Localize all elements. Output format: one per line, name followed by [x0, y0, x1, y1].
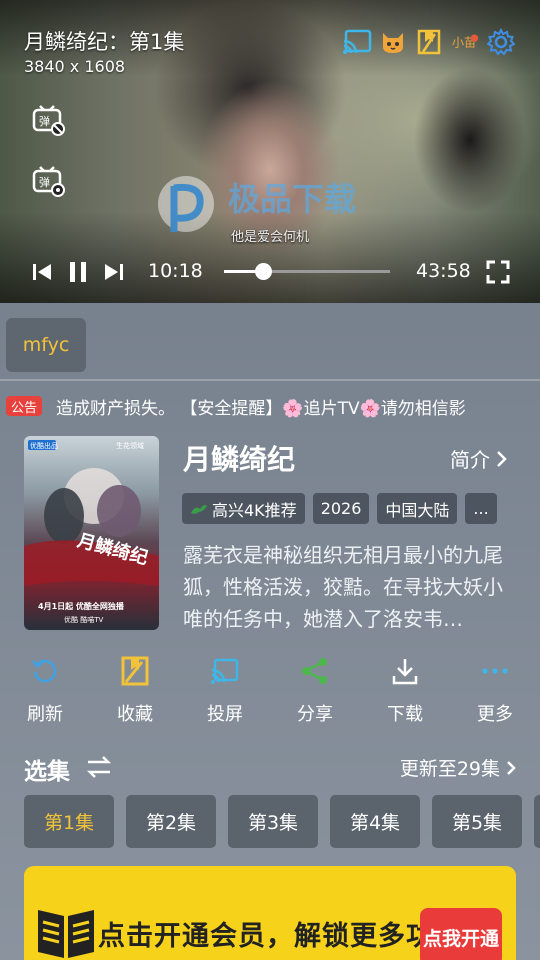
favorite-box-icon[interactable] — [414, 27, 444, 57]
cast-icon — [211, 658, 239, 684]
watermark-text: 极品下载 — [228, 180, 356, 218]
bookmark-icon — [121, 656, 149, 686]
player-controls: 10:18 43:58 — [0, 256, 540, 288]
action-label: 投屏 — [207, 704, 243, 725]
tag-label: 高兴4K推荐 — [212, 500, 297, 520]
poster-image[interactable]: 优酷出品 生花领域 月鳞绮纪 4月1日起 优酷全网独播 优酷 酷喵TV — [24, 436, 159, 630]
action-label: 分享 — [297, 704, 333, 725]
more-dots-icon — [482, 668, 508, 674]
pause-icon[interactable] — [66, 260, 90, 284]
tag-year[interactable]: 2026 — [312, 493, 370, 524]
episode-update-link[interactable]: 更新至29集 — [400, 754, 516, 781]
intro-label: 简介 — [450, 448, 490, 472]
chevron-right-icon — [497, 450, 507, 467]
cast-icon[interactable] — [342, 27, 372, 57]
episode-item[interactable]: 第2集 — [126, 795, 216, 848]
vip-banner[interactable]: 点击开通会员，解锁更多功能 点我开通 — [24, 866, 516, 960]
episode-item-partial[interactable] — [534, 795, 540, 848]
refresh-button[interactable]: 刷新 — [15, 654, 75, 730]
episode-list: 第1集 第2集 第3集 第4集 第5集 — [24, 795, 540, 848]
notice-bar: 公告 造成财产损失。 【安全提醒】🌸追片TV🌸请勿相信影 — [0, 392, 540, 420]
poster-top-right: 生花领域 — [116, 441, 144, 450]
action-row: 刷新 收藏 投屏 分享 下载 更多 — [0, 654, 540, 734]
svg-text:弹: 弹 — [39, 114, 50, 128]
banner-open-button[interactable]: 点我开通 — [420, 908, 502, 960]
cast-button[interactable]: 投屏 — [195, 654, 255, 730]
tag-label: ... — [473, 499, 489, 518]
seek-thumb[interactable] — [254, 263, 272, 280]
show-description[interactable]: 露芜衣是神秘组织无相月最小的九尾狐，性格活泼，狡黠。在寻找大妖小唯的任务中，她潜… — [183, 539, 513, 635]
player-top-icons: 小苗 — [342, 27, 516, 57]
chevron-right-icon — [507, 760, 516, 775]
poster-top-left: 优酷出品 — [30, 441, 58, 450]
source-chip[interactable]: mfyc — [6, 318, 86, 372]
tag-list: 高兴4K推荐 2026 中国大陆 ... — [182, 493, 497, 524]
poster-platforms: 优酷 酷喵TV — [64, 615, 104, 624]
more-button[interactable]: 更多 — [465, 654, 525, 730]
next-icon[interactable] — [102, 260, 126, 284]
current-time: 10:18 — [148, 260, 203, 282]
divider — [0, 379, 540, 381]
video-subtitle: 他是爱会何机 — [230, 230, 309, 245]
notice-text: 造成财产损失。 【安全提醒】🌸追片TV🌸请勿相信影 — [56, 399, 466, 419]
share-icon — [302, 658, 327, 684]
notice-badge: 公告 — [6, 396, 42, 416]
fullscreen-icon[interactable] — [486, 260, 510, 284]
episode-header: 选集 更新至29集 — [24, 752, 516, 785]
tag-more[interactable]: ... — [465, 493, 497, 524]
action-label: 收藏 — [117, 704, 153, 725]
video-title: 月鳞绮纪：第1集 — [24, 30, 185, 54]
download-button[interactable]: 下载 — [375, 654, 435, 730]
floating-logo-icon[interactable]: 小苗 — [450, 27, 480, 57]
download-icon — [392, 659, 418, 685]
dragon-icon — [191, 504, 207, 514]
tag-label: 2026 — [320, 499, 362, 518]
refresh-icon — [32, 659, 57, 683]
episode-update-text: 更新至29集 — [399, 758, 500, 780]
action-label: 下载 — [387, 704, 423, 725]
video-player[interactable]: 月鳞绮纪：第1集 3840 x 1608 小苗 弹 弹 极品下载 他是爱会何机 — [0, 0, 540, 303]
intro-link[interactable]: 简介 — [450, 444, 508, 473]
poster-date-line: 4月1日起 优酷全网独播 — [38, 601, 125, 611]
show-title: 月鳞绮纪 — [183, 443, 296, 476]
previous-icon[interactable] — [30, 260, 54, 284]
danmu-settings-icon[interactable]: 弹 — [32, 165, 66, 199]
share-button[interactable]: 分享 — [285, 654, 345, 730]
bookmark-button[interactable]: 收藏 — [105, 654, 165, 730]
episode-item[interactable]: 第1集 — [24, 795, 114, 848]
episode-item[interactable]: 第5集 — [432, 795, 522, 848]
source-row: mfyc — [0, 303, 540, 380]
sort-swap-icon[interactable] — [86, 754, 112, 780]
tag-recommend[interactable]: 高兴4K推荐 — [182, 493, 305, 524]
total-time: 43:58 — [416, 260, 471, 282]
episode-section-title: 选集 — [24, 759, 70, 785]
cat-icon[interactable] — [378, 27, 408, 57]
svg-text:弹: 弹 — [39, 175, 50, 189]
action-label: 更多 — [477, 704, 513, 725]
tag-label: 中国大陆 — [385, 500, 450, 520]
seek-bar[interactable] — [224, 263, 390, 280]
episode-item[interactable]: 第4集 — [330, 795, 420, 848]
action-label: 刷新 — [27, 704, 63, 725]
book-icon — [38, 910, 94, 958]
episode-item[interactable]: 第3集 — [228, 795, 318, 848]
banner-text: 点击开通会员，解锁更多功能 — [98, 921, 462, 952]
danmu-off-icon[interactable]: 弹 — [32, 104, 66, 138]
video-resolution: 3840 x 1608 — [24, 57, 126, 76]
settings-gear-icon[interactable] — [486, 27, 516, 57]
tag-region[interactable]: 中国大陆 — [377, 493, 458, 524]
